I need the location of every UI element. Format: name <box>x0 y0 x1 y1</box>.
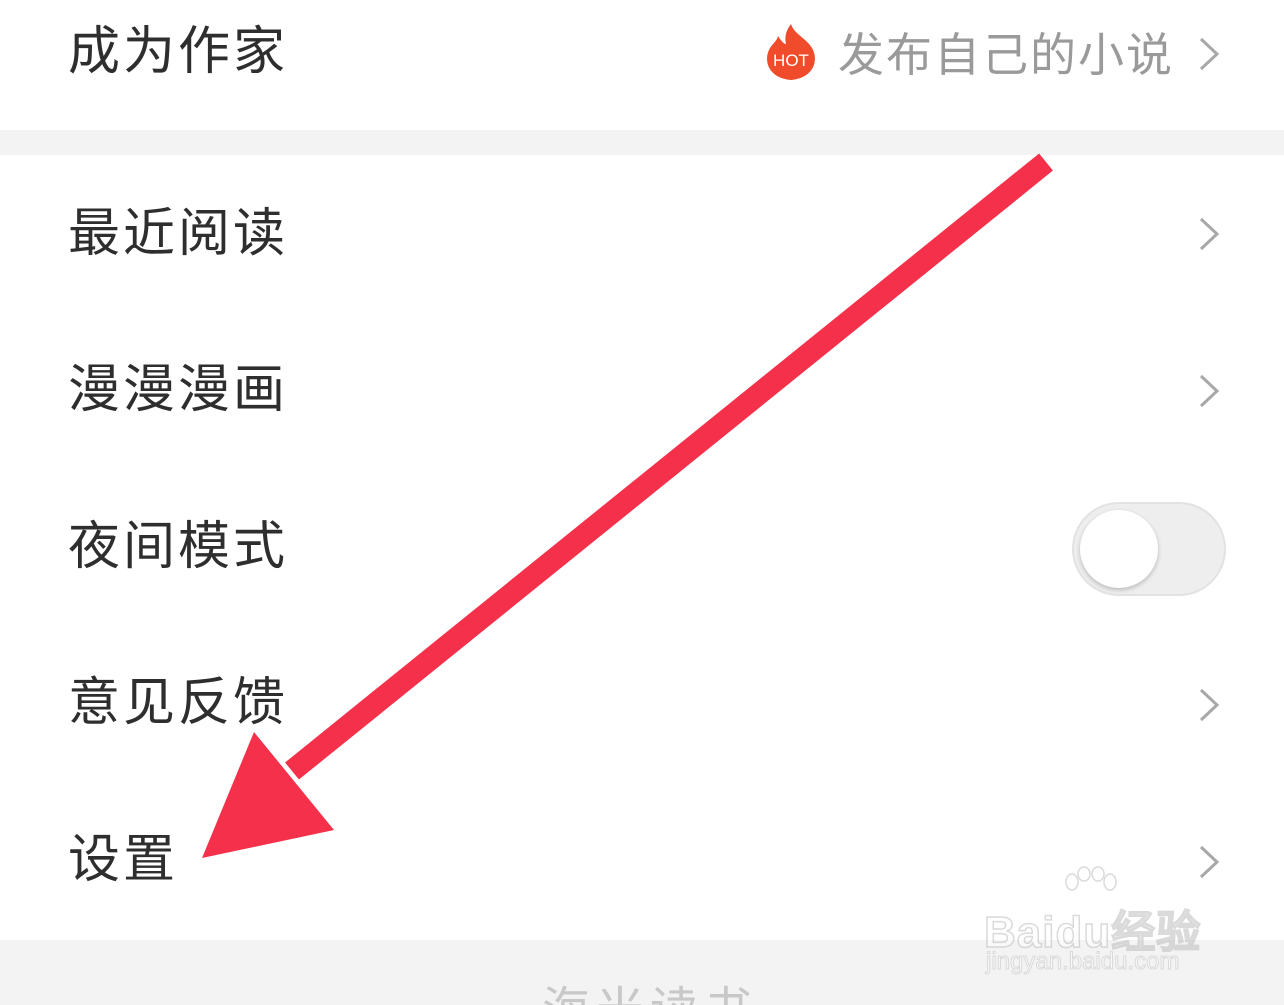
row-label: 漫漫漫画 <box>68 360 289 420</box>
bottom-partial-text: 海米读书 <box>542 986 758 1005</box>
menu-row-comics[interactable]: 漫漫漫画 <box>0 312 1284 469</box>
chevron-right-icon <box>1196 36 1222 72</box>
watermark-url: jingyan.baidu.com <box>985 948 1180 976</box>
menu-row-recent-reading[interactable]: 最近阅读 <box>0 155 1284 312</box>
row-label: 最近阅读 <box>68 204 289 264</box>
hot-badge-text: HOT <box>773 51 809 70</box>
hot-promo-text: 发布自己的小说 <box>838 28 1174 82</box>
hot-promo: HOT 发布自己的小说 <box>762 22 1174 82</box>
section-separator <box>0 130 1284 155</box>
toggle-knob <box>1080 510 1158 588</box>
hot-flame-icon: HOT <box>767 24 815 80</box>
baidu-watermark: Baidu经验 jingyan.baidu.com <box>983 866 1224 981</box>
chevron-right-icon <box>1196 373 1222 409</box>
row-label: 意见反馈 <box>68 673 289 733</box>
row-label: 夜间模式 <box>68 517 289 577</box>
night-mode-toggle[interactable] <box>1072 502 1226 596</box>
chevron-right-icon <box>1196 216 1222 252</box>
menu-row-writer[interactable]: 成为作家 HOT 发布自己的小说 <box>0 0 1284 130</box>
chevron-right-icon <box>1196 687 1222 723</box>
row-label: 设置 <box>68 830 179 890</box>
menu-row-feedback[interactable]: 意见反馈 <box>0 626 1284 783</box>
row-label: 成为作家 <box>68 22 289 82</box>
